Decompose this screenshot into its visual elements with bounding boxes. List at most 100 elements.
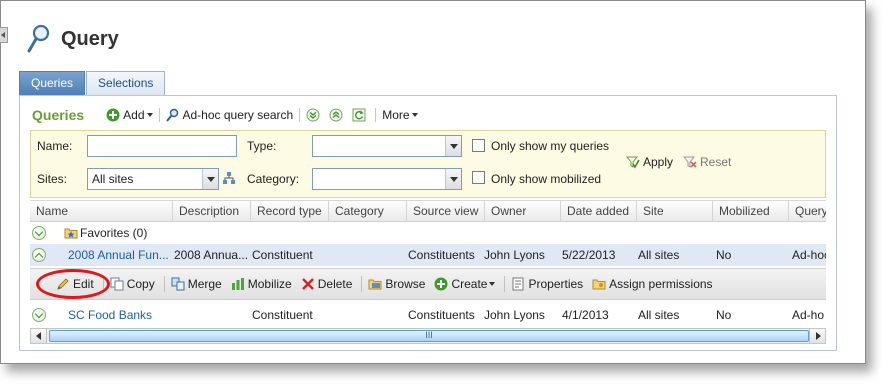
expand-row-icon[interactable] [32, 308, 46, 322]
column-header-date-added[interactable]: Date added [560, 201, 636, 222]
merge-label: Merge [187, 277, 222, 291]
column-header-category[interactable]: Category [328, 201, 406, 222]
delete-label: Delete [317, 277, 353, 291]
sites-label: Sites: [37, 172, 68, 186]
collapse-row-icon[interactable] [32, 248, 46, 262]
add-button[interactable]: Add [106, 108, 153, 122]
edit-highlight-annotation [36, 269, 110, 299]
apply-button[interactable]: Apply [626, 155, 673, 169]
filter-area: Name: Type: Only show my queries Apply R… [30, 130, 826, 198]
mobilize-button[interactable]: Mobilize [231, 277, 292, 291]
merge-button[interactable]: Merge [171, 277, 222, 291]
expand-all-button[interactable] [306, 108, 323, 122]
page-title: Query [61, 27, 119, 50]
sites-tree-icon[interactable] [222, 171, 236, 185]
delete-icon [301, 278, 314, 290]
adhoc-search-icon [165, 108, 178, 122]
name-label: Name: [37, 139, 73, 153]
scroll-right-icon[interactable] [809, 329, 825, 343]
cell-source-view: Constituents [408, 308, 475, 322]
scroll-left-icon[interactable] [31, 329, 47, 343]
table-row[interactable]: 2008 Annual Fun... 2008 Annua... Constit… [30, 244, 826, 266]
collapse-all-icon [329, 108, 343, 122]
chevron-down-icon[interactable] [445, 136, 461, 156]
column-header-mobilized[interactable]: Mobilized [712, 201, 788, 222]
query-name-link[interactable]: 2008 Annual Fun... [62, 244, 172, 266]
name-input[interactable] [87, 135, 237, 157]
expand-all-icon [306, 108, 320, 122]
copy-icon [110, 277, 124, 291]
category-select[interactable] [312, 168, 462, 190]
add-button-label: Add [123, 108, 145, 122]
mobilize-icon [231, 278, 244, 290]
table-row[interactable]: SC Food Banks Constituent Constituents J… [30, 304, 826, 326]
expand-row-icon[interactable] [32, 226, 46, 240]
grid-header: Name Description Record type Category So… [30, 200, 826, 222]
reset-icon [683, 156, 697, 168]
cell-query: Ad-ho [792, 308, 825, 322]
chevron-down-icon [411, 113, 418, 117]
type-select[interactable] [312, 135, 462, 157]
action-divider [163, 276, 165, 292]
chevron-down-icon[interactable] [202, 169, 218, 189]
mobilize-label: Mobilize [247, 277, 292, 291]
column-header-description[interactable]: Description [172, 201, 250, 222]
column-header-owner[interactable]: Owner [484, 201, 560, 222]
category-label: Category: [247, 172, 300, 186]
adhoc-query-search-button[interactable]: Ad-hoc query search [165, 108, 293, 122]
delete-button[interactable]: Delete [301, 277, 353, 291]
cell-record-type: Constituent [252, 308, 313, 322]
favorites-row[interactable]: Favorites (0) [30, 222, 826, 244]
sites-select[interactable]: All sites [87, 168, 219, 190]
browse-button[interactable]: Browse [368, 277, 425, 291]
favorites-label: Favorites (0) [80, 226, 148, 240]
properties-button[interactable]: Properties [511, 277, 583, 291]
column-header-query[interactable]: Query [788, 201, 826, 222]
merge-icon [171, 277, 185, 291]
properties-label: Properties [528, 277, 584, 291]
chevron-down-icon [146, 113, 153, 117]
query-name-link[interactable]: SC Food Banks [62, 304, 172, 326]
browse-icon [368, 279, 382, 290]
row-action-bar: Edit Copy Merge Mobilize Delete Browse C… [30, 268, 826, 300]
create-button[interactable]: Create [434, 277, 496, 291]
column-header-source-view[interactable]: Source view [406, 201, 484, 222]
section-title: Queries [32, 107, 85, 123]
add-icon [106, 108, 120, 122]
column-header-name[interactable]: Name [30, 201, 172, 222]
scroll-thumb[interactable]: III [49, 330, 809, 342]
cell-site: All sites [638, 248, 680, 262]
tab-selections[interactable]: Selections [86, 71, 166, 95]
more-menu-button[interactable]: More [382, 108, 418, 122]
cell-owner: John Lyons [484, 248, 545, 262]
only-my-queries-label: Only show my queries [491, 139, 610, 153]
chevron-down-icon[interactable] [445, 169, 461, 189]
only-mobilized-checkbox[interactable] [472, 171, 485, 184]
copy-label: Copy [126, 277, 155, 291]
refresh-button[interactable] [352, 108, 369, 122]
type-label: Type: [247, 139, 277, 153]
cell-record-type: Constituent [252, 248, 313, 262]
window-frame: Query Queries Selections Queries Add Ad-… [0, 0, 866, 364]
properties-icon [512, 277, 524, 291]
copy-button[interactable]: Copy [110, 277, 155, 291]
collapse-all-button[interactable] [329, 108, 346, 122]
cell-mobilized: No [716, 248, 732, 262]
more-menu-label: More [382, 108, 410, 122]
column-header-site[interactable]: Site [636, 201, 712, 222]
assign-permissions-button[interactable]: Assign permissions [592, 277, 713, 291]
collapse-panel-handle[interactable] [0, 27, 8, 43]
only-mobilized-label: Only show mobilized [491, 172, 602, 186]
column-header-record-type[interactable]: Record type [250, 201, 328, 222]
assign-permissions-label: Assign permissions [609, 277, 713, 291]
cell-source-view: Constituents [408, 248, 475, 262]
reset-button[interactable]: Reset [683, 155, 731, 169]
magnifier-icon [27, 24, 50, 53]
tab-queries[interactable]: Queries [19, 71, 86, 95]
cell-site: All sites [638, 308, 680, 322]
queries-panel: Queries Add Ad-hoc query search More Nam… [19, 95, 837, 351]
only-my-queries-checkbox[interactable] [472, 139, 485, 152]
permissions-icon [592, 279, 606, 290]
cell-mobilized: No [716, 308, 732, 322]
horizontal-scrollbar[interactable]: III [30, 328, 826, 344]
